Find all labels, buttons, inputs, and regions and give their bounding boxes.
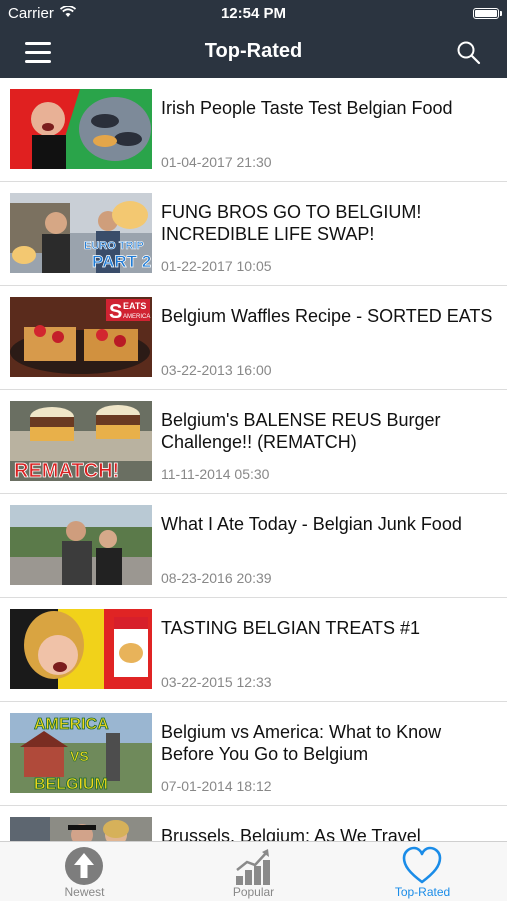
search-icon <box>457 41 481 65</box>
tab-label: Popular <box>232 885 275 899</box>
tab-bar: Newest Popular Top-Rated <box>0 841 507 901</box>
list-item[interactable]: TASTING BELGIAN TREATS #1 03-22-2015 12:… <box>0 598 507 702</box>
thumb-text: AMERICA <box>34 716 109 733</box>
clock: 12:54 PM <box>220 5 287 22</box>
thumb-text: PART 2! <box>92 252 152 271</box>
thumb-text: BELGIUM <box>34 776 108 793</box>
tab-top-rated[interactable]: Top-Rated <box>338 842 507 901</box>
video-thumbnail <box>10 817 152 841</box>
list-item[interactable]: EURO TRIP PART 2! FUNG BROS GO TO BELGIU… <box>0 182 507 286</box>
up-arrow-circle-icon <box>65 847 103 885</box>
battery-icon <box>473 8 499 19</box>
thumb-text: EATS <box>123 301 146 311</box>
status-bar: Carrier 12:54 PM <box>0 0 507 28</box>
video-title: TASTING BELGIAN TREATS #1 <box>161 618 421 638</box>
video-date: 07-01-2014 18:12 <box>161 778 272 794</box>
video-date: 08-23-2016 20:39 <box>161 570 272 586</box>
video-thumbnail <box>10 609 152 689</box>
list-item[interactable]: AMERICA VS BELGIUM Belgium vs America: W… <box>0 702 507 806</box>
list-item[interactable]: Brussels, Belgium: As We Travel <box>0 806 507 841</box>
video-date: 01-04-2017 21:30 <box>161 154 272 170</box>
thumb-text: REMATCH! <box>14 460 119 481</box>
video-title: Brussels, Belgium: As We Travel <box>161 826 421 841</box>
list-item[interactable]: What I Ate Today - Belgian Junk Food 08-… <box>0 494 507 598</box>
video-date: 01-22-2017 10:05 <box>161 258 272 274</box>
video-title: Belgium vs America: What to Know Before … <box>161 722 442 764</box>
page-title: Top-Rated <box>204 40 303 62</box>
video-date: 03-22-2013 16:00 <box>161 362 272 378</box>
bar-chart-trend-icon <box>236 849 270 885</box>
thumb-text: AMERICA <box>123 314 150 320</box>
video-thumbnail: AMERICA VS BELGIUM <box>10 713 152 793</box>
list-item[interactable]: REMATCH! Belgium's BALENSE REUS Burger C… <box>0 390 507 494</box>
search-button[interactable] <box>456 40 482 66</box>
tab-label: Newest <box>64 885 105 899</box>
video-list[interactable]: Irish People Taste Test Belgian Food 01-… <box>0 78 507 841</box>
video-thumbnail: EURO TRIP PART 2! <box>10 193 152 273</box>
video-title: Belgium Waffles Recipe - SORTED EATS <box>161 306 493 326</box>
video-thumbnail <box>10 89 152 169</box>
video-date: 11-11-2014 05:30 <box>161 466 270 482</box>
video-title: Belgium's BALENSE REUS Burger Challenge!… <box>161 410 441 452</box>
video-thumbnail: S EATS AMERICA <box>10 297 152 377</box>
video-title: FUNG BROS GO TO BELGIUM! INCREDIBLE LIFE… <box>161 202 422 244</box>
thumb-text: S <box>109 301 122 323</box>
video-title: What I Ate Today - Belgian Junk Food <box>161 514 462 534</box>
video-title: Irish People Taste Test Belgian Food <box>161 98 453 118</box>
tab-label: Top-Rated <box>394 885 451 899</box>
thumb-text: VS <box>70 748 89 764</box>
video-date: 03-22-2015 12:33 <box>161 674 272 690</box>
heart-icon <box>402 846 442 884</box>
tab-popular[interactable]: Popular <box>169 842 338 901</box>
battery-tip <box>500 11 502 16</box>
list-item[interactable]: Irish People Taste Test Belgian Food 01-… <box>0 78 507 182</box>
nav-bar: Top-Rated <box>0 28 507 78</box>
tab-newest[interactable]: Newest <box>0 842 169 901</box>
video-thumbnail <box>10 505 152 585</box>
list-item[interactable]: S EATS AMERICA Belgium Waffles Recipe - … <box>0 286 507 390</box>
video-thumbnail: REMATCH! <box>10 401 152 481</box>
thumb-text: EURO TRIP <box>84 240 144 252</box>
